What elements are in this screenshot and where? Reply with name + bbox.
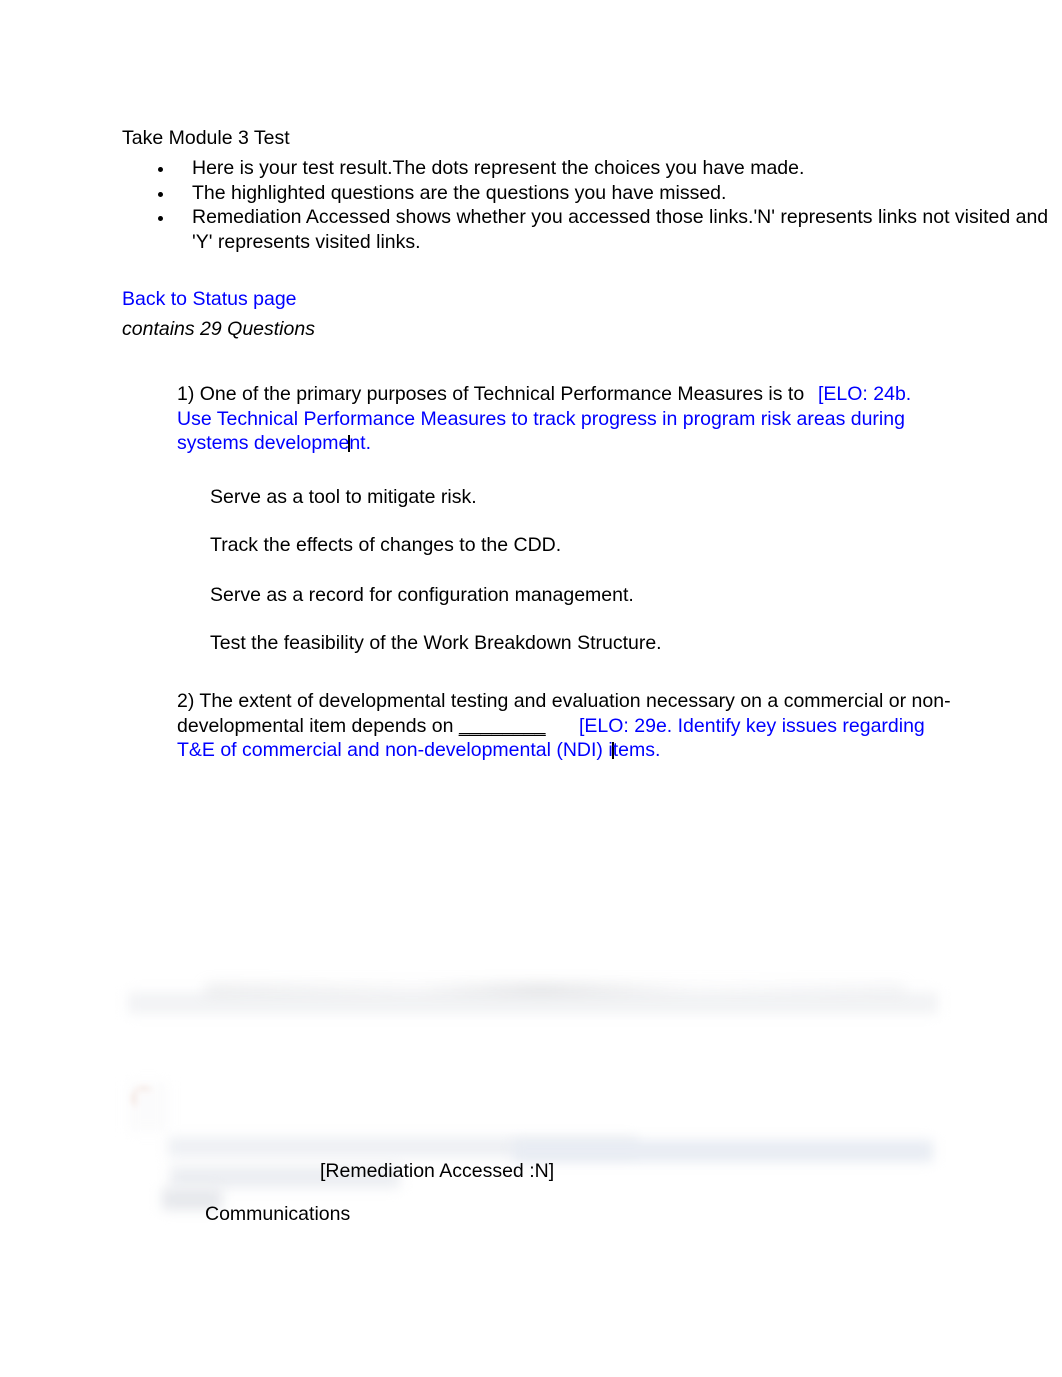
- question-1-choice-2[interactable]: Track the effects of changes to the CDD.: [210, 533, 561, 557]
- choice-label: Serve as a tool to mitigate risk.: [210, 486, 477, 508]
- stem-text: developmental item depends on: [177, 714, 459, 737]
- question-2-elo-body-line-2: T&E of commercial and non-developmental …: [177, 738, 1057, 763]
- page-title: Take Module 3 Test: [122, 127, 290, 149]
- question-1-elo-body-line-1: Use Technical Performance Measures to tr…: [177, 407, 905, 430]
- question-1-stem: 1) One of the primary purposes of Techni…: [177, 382, 1057, 407]
- elo-body-part-b: tems.: [612, 739, 661, 761]
- question-2-elo-tag: [ELO: 29e. Identify key issues regarding: [579, 714, 925, 737]
- answer-blank: ________: [458, 714, 546, 737]
- question-count-label: contains 29 Questions: [122, 318, 315, 340]
- choice-label: Serve as a record for configuration mana…: [210, 584, 634, 606]
- list-item: The highlighted questions are the questi…: [122, 181, 1052, 206]
- instruction-text: Here is your test result.The dots repres…: [192, 157, 805, 179]
- bullet-dot-icon: [158, 216, 163, 221]
- choice-label: Test the feasibility of the Work Breakdo…: [210, 632, 662, 654]
- document-page: Take Module 3 Test Here is your test res…: [0, 0, 1062, 1377]
- remediation-accessed-label: [Remediation Accessed :N]: [320, 1160, 555, 1182]
- question-1-choice-1[interactable]: Serve as a tool to mitigate risk.: [210, 485, 477, 509]
- question-2-block: 2) The extent of developmental testing a…: [177, 689, 1057, 763]
- list-item: Remediation Accessed shows whether you a…: [122, 205, 1052, 254]
- back-to-status-page-link[interactable]: Back to Status page: [122, 287, 297, 311]
- question-2-choice-1[interactable]: Communications: [205, 1202, 350, 1226]
- instruction-text: The highlighted questions are the questi…: [192, 181, 727, 204]
- question-1-elo-body-line-2: systems development.: [177, 431, 1057, 456]
- elo-body-part-b: nt.: [349, 432, 372, 454]
- question-2-stem-line-1: 2) The extent of developmental testing a…: [177, 690, 951, 712]
- elo-body-part-a: T&E of commercial and non-developmental …: [177, 739, 613, 761]
- faded-highlight-row-1: [128, 992, 938, 1014]
- instructions-list: Here is your test result.The dots repres…: [122, 156, 1052, 254]
- faded-highlight-row-3: [513, 1140, 933, 1162]
- choice-label: Track the effects of changes to the CDD.: [210, 534, 562, 556]
- bullet-dot-icon: [158, 191, 163, 197]
- obscured-text-band: [205, 984, 905, 994]
- faded-highlight-row-6: [128, 1082, 168, 1132]
- elo-body-part-a: systems developme: [177, 432, 350, 454]
- question-1-stem-text: 1) One of the primary purposes of Techni…: [177, 383, 805, 405]
- question-2-stem-line-2: developmental item depends on ________ […: [177, 714, 1057, 739]
- instruction-text: Remediation Accessed shows whether you a…: [192, 206, 1049, 253]
- bullet-dot-icon: [158, 167, 163, 172]
- question-1-choice-4[interactable]: Test the feasibility of the Work Breakdo…: [210, 631, 662, 655]
- question-1-block: 1) One of the primary purposes of Techni…: [177, 382, 1057, 456]
- question-1-choice-3[interactable]: Serve as a record for configuration mana…: [210, 583, 634, 607]
- list-item: Here is your test result.The dots repres…: [122, 156, 1052, 181]
- question-1-elo-tag: [ELO: 24b.: [818, 383, 912, 405]
